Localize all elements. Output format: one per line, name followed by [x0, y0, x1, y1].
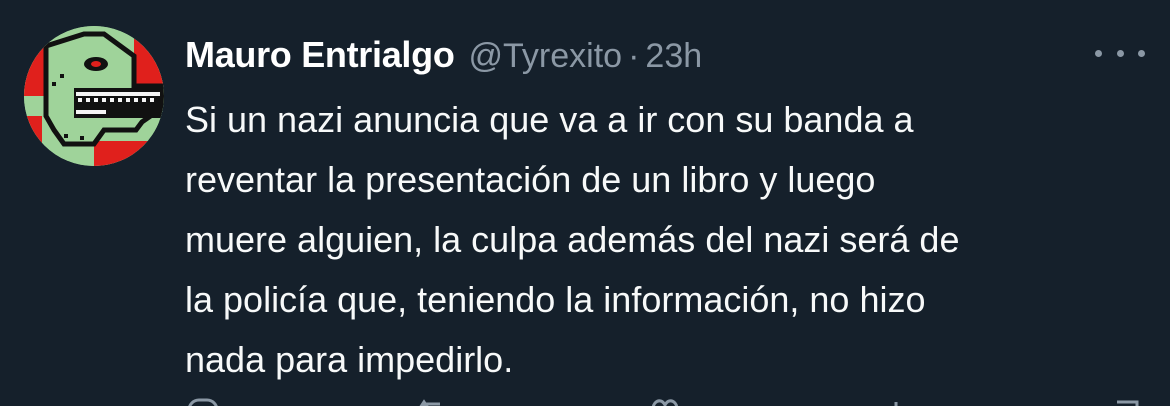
more-options-icon[interactable] [1095, 44, 1145, 62]
retweet-icon[interactable] [416, 394, 452, 406]
tweet-actions [185, 394, 1145, 406]
tweet-header: Mauro Entrialgo @Tyrexito · 23h [185, 34, 702, 78]
tweet-text: Si un nazi anuncia que va a ir con su ba… [185, 90, 1155, 390]
views-icon[interactable] [878, 394, 914, 406]
timestamp[interactable]: 23h [645, 37, 702, 76]
author-display-name[interactable]: Mauro Entrialgo [185, 34, 455, 76]
pixel-dinosaur-avatar-icon [24, 26, 164, 166]
tweet-text-line: nada para impedirlo. [185, 339, 514, 380]
tweet-text-line: reventar la presentación de un libro y l… [185, 159, 876, 200]
separator: · [628, 37, 640, 75]
bookmark-icon[interactable] [1109, 394, 1145, 406]
avatar[interactable] [24, 26, 164, 166]
tweet-text-line: Si un nazi anuncia que va a ir con su ba… [185, 99, 914, 140]
reply-icon[interactable] [185, 394, 221, 406]
like-icon[interactable] [647, 394, 683, 406]
tweet-text-line: la policía que, teniendo la información,… [185, 279, 926, 320]
tweet-text-line: muere alguien, la culpa además del nazi … [185, 219, 960, 260]
tweet[interactable]: Mauro Entrialgo @Tyrexito · 23h Si un na… [0, 0, 1170, 406]
author-handle[interactable]: @Tyrexito [469, 37, 623, 76]
